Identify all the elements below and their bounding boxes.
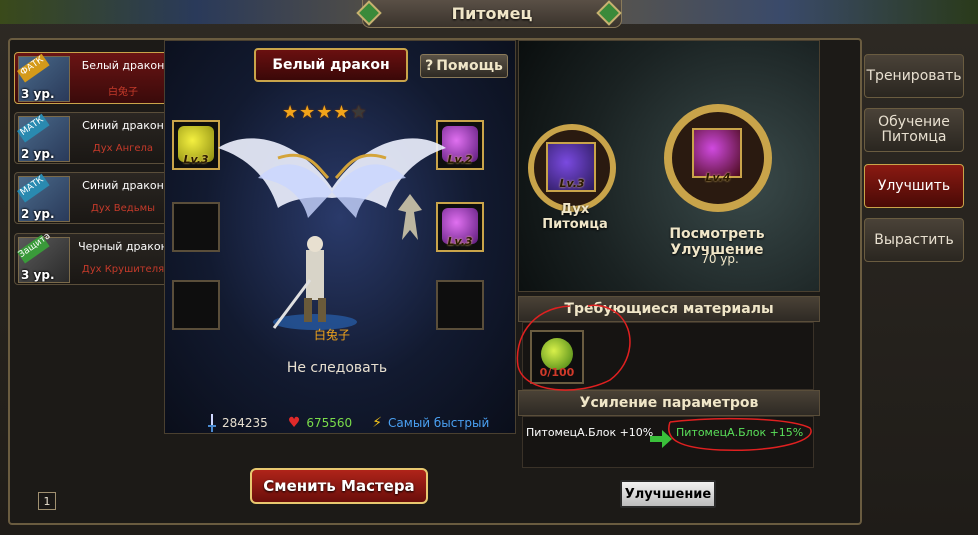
empty-skill-slot[interactable] (172, 280, 220, 330)
power-value: 284235 (222, 416, 268, 430)
pet-subtitle: 白兔子 (108, 87, 138, 98)
game-window: Питомец ФАТК 3 ур. Белый дракон 白兔子 МАТК… (0, 0, 978, 535)
companion-creature-image (398, 194, 422, 240)
help-button[interactable]: ? Помощь (420, 54, 508, 78)
pet-level: 2 ур. (21, 147, 55, 161)
level-requirement: 70 ур. (701, 252, 739, 266)
tab-train[interactable]: Тренировать (864, 54, 964, 98)
bonus-header: Усиление параметров (518, 390, 820, 416)
pet-subtitle: Дух Крушителя (81, 264, 165, 275)
current-spirit-ring: Lv.3 (528, 124, 616, 212)
pet-list-item[interactable]: МАТК 2 ур. Синий дракон Дух Ангела (14, 112, 170, 164)
heart-icon: ♥ (287, 415, 301, 431)
pet-subtitle: Дух Ангела (92, 143, 154, 154)
pet-level: 3 ур. (21, 87, 55, 101)
change-master-button[interactable]: Сменить Мастера (250, 468, 428, 504)
pet-display-name: Белый дракон (272, 57, 390, 73)
next-spirit-ring[interactable]: Lv.4 (664, 104, 772, 212)
pet-name: Синий дракон (82, 179, 164, 192)
power-stat: 284235 (208, 414, 268, 432)
page-indicator[interactable]: 1 (38, 492, 56, 510)
window-title-text: Питомец (451, 4, 533, 23)
pet-list-item[interactable]: МАТК 2 ур. Синий дракон Дух Ведьмы (14, 172, 170, 224)
pet-name-plate: Белый дракон (254, 48, 408, 82)
speed-value: Самый быстрый (388, 416, 490, 430)
speed-stat: ⚡ Самый быстрый (372, 415, 489, 431)
tab-upgrade[interactable]: Улучшить (864, 164, 964, 208)
pet-level: 2 ур. (21, 207, 55, 221)
lightning-icon: ⚡ (372, 415, 383, 431)
question-icon: ? (425, 58, 434, 74)
arrow-right-icon (650, 430, 672, 448)
bonus-current: ПитомецА.Блок +10% (526, 426, 654, 439)
hp-stat: ♥ 675560 (288, 415, 352, 431)
empty-skill-slot[interactable] (436, 280, 484, 330)
hp-value: 675560 (306, 416, 353, 430)
pet-name: Синий дракон (82, 119, 164, 132)
pet-level: 3 ур. (21, 268, 55, 282)
pet-list-item[interactable]: ФАТК 3 ур. Белый дракон 白兔子 (14, 52, 170, 104)
bonus-next: ПитомецА.Блок +15% (676, 426, 804, 439)
pet-stats: 284235 ♥ 675560 ⚡ Самый быстрый (208, 414, 489, 432)
tab-pet-training[interactable]: Обучение Питомца (864, 108, 964, 152)
spirit-label: Дух Питомца (542, 202, 608, 232)
follow-status[interactable]: Не следовать (262, 360, 412, 376)
pet-hero-image (272, 236, 357, 330)
materials-header: Требующиеся материалы (518, 296, 820, 322)
current-spirit-level: Lv.3 (559, 177, 585, 190)
pet-subtitle: Дух Ведьмы (90, 203, 156, 214)
material-count: 0/100 (539, 366, 575, 379)
next-spirit-level: Lv.4 (705, 171, 731, 184)
pet-master-name: 白兔子 (313, 328, 350, 342)
sword-icon (208, 414, 216, 432)
tab-grow[interactable]: Вырастить (864, 218, 964, 262)
pet-name: Черный дракон (78, 240, 168, 253)
upgrade-button[interactable]: Улучшение (620, 480, 716, 508)
pet-list-item[interactable]: Защита 3 ур. Черный дракон Дух Крушителя (14, 231, 170, 285)
pet-name: Белый дракон (81, 59, 165, 72)
help-label: Помощь (436, 58, 503, 74)
window-title: Питомец (362, 0, 622, 28)
